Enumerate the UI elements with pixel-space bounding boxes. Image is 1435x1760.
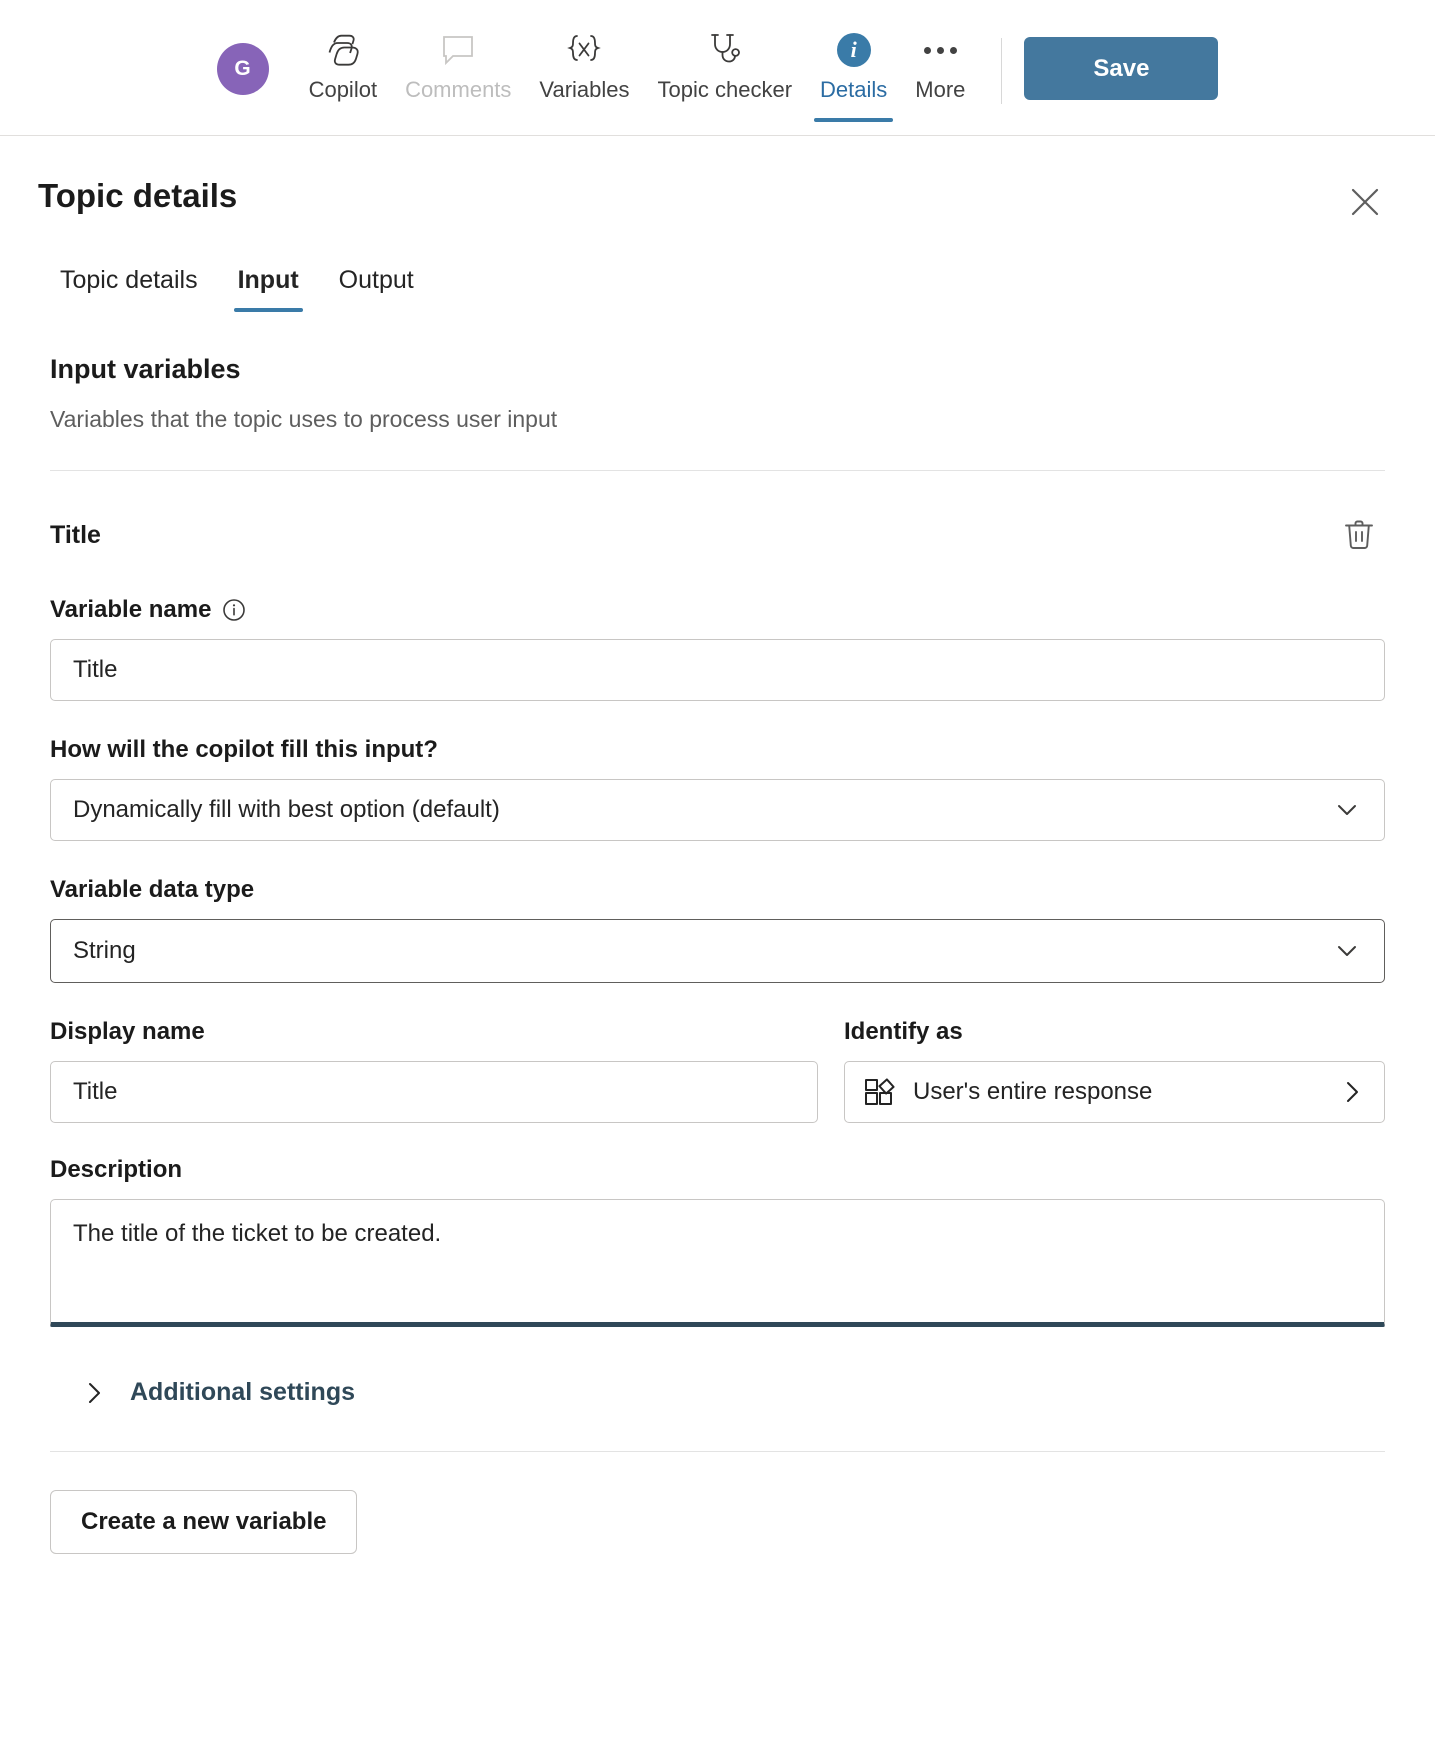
fill-method-select[interactable]: Dynamically fill with best option (defau…	[50, 779, 1385, 841]
field-label-text: Display name	[50, 1018, 205, 1045]
info-badge: i	[836, 33, 871, 67]
data-type-field: Variable data type String	[50, 875, 1385, 983]
fill-method-label: How will the copilot fill this input?	[50, 735, 1385, 765]
close-icon	[1348, 185, 1382, 219]
identify-as-picker[interactable]: User's entire response	[844, 1061, 1385, 1123]
trash-icon	[1342, 517, 1376, 553]
identify-as-label: Identify as	[844, 1017, 1385, 1047]
create-new-variable-button[interactable]: Create a new variable	[50, 1490, 358, 1554]
toolbar-item-topic-checker[interactable]: Topic checker	[644, 0, 807, 136]
toolbar-item-comments[interactable]: Comments	[391, 0, 525, 136]
chevron-right-icon	[80, 1379, 108, 1407]
toolbar-item-more[interactable]: More	[901, 0, 979, 136]
save-button[interactable]: Save	[1024, 37, 1219, 100]
info-icon[interactable]	[221, 597, 247, 623]
variable-name-input[interactable]	[50, 639, 1385, 701]
stethoscope-icon	[705, 30, 745, 70]
field-label-text: Identify as	[844, 1018, 963, 1045]
display-identify-row: Display name Identify as	[50, 1017, 1385, 1123]
divider	[50, 1451, 1385, 1452]
toolbar-item-label: Topic checker	[657, 77, 793, 102]
field-label-text: Description	[50, 1156, 183, 1183]
identify-as-value: User's entire response	[913, 1078, 1153, 1105]
chevron-down-icon	[1332, 936, 1362, 966]
toolbar-item-details[interactable]: i Details	[806, 0, 901, 136]
field-label-text: Variable data type	[50, 876, 255, 903]
entity-icon	[863, 1076, 897, 1108]
page-title: Topic details	[38, 177, 238, 214]
variable-card-header: Title	[50, 509, 1385, 561]
fill-method-field: How will the copilot fill this input? Dy…	[50, 735, 1385, 841]
ellipsis-icon	[923, 30, 957, 70]
top-command-bar: G Copilot Comments Variables Topic check…	[0, 0, 1435, 136]
delete-variable-button[interactable]	[1333, 509, 1385, 561]
fill-method-value: Dynamically fill with best option (defau…	[73, 796, 500, 823]
data-type-select[interactable]: String	[50, 919, 1385, 983]
chevron-right-icon	[1338, 1078, 1366, 1106]
toolbar-item-label: Variables	[539, 77, 630, 102]
topic-details-panel: Topic details Topic details Input Output…	[0, 136, 1435, 1554]
field-label-text: Variable name	[50, 596, 212, 623]
description-label: Description	[50, 1155, 1385, 1185]
section-subheading: Variables that the topic uses to process…	[50, 406, 558, 432]
additional-settings-toggle[interactable]: Additional settings	[80, 1378, 1385, 1407]
display-name-label: Display name	[50, 1017, 818, 1047]
panel-header: Topic details	[0, 136, 1435, 226]
input-variables-section: Input variables Variables that the topic…	[0, 352, 1435, 1554]
panel-tabs: Topic details Input Output	[0, 226, 1435, 312]
toolbar-item-label: Copilot	[308, 77, 378, 102]
chevron-down-icon	[1332, 795, 1362, 825]
field-label-text: How will the copilot fill this input?	[50, 736, 438, 763]
close-button[interactable]	[1341, 178, 1389, 226]
info-circle-icon: i	[836, 30, 871, 70]
identify-as-field: Identify as User's entire response	[844, 1017, 1385, 1123]
tab-output[interactable]: Output	[319, 256, 434, 312]
data-type-value: String	[73, 937, 136, 964]
tab-input[interactable]: Input	[218, 256, 319, 312]
comment-icon	[440, 30, 476, 70]
variable-name-label: Variable name	[50, 595, 1385, 625]
toolbar-divider	[1001, 38, 1003, 104]
variable-title: Title	[50, 520, 101, 549]
toolbar-item-copilot[interactable]: Copilot	[295, 0, 391, 136]
tab-topic-details[interactable]: Topic details	[40, 256, 218, 312]
toolbar-item-label: Comments	[405, 77, 512, 102]
display-name-input[interactable]	[50, 1061, 818, 1123]
description-field: Description	[50, 1155, 1385, 1332]
description-textarea[interactable]	[50, 1199, 1385, 1327]
copilot-icon	[322, 30, 364, 70]
variable-name-field: Variable name	[50, 595, 1385, 701]
display-name-field: Display name	[50, 1017, 818, 1123]
avatar[interactable]: G	[216, 43, 269, 95]
variables-icon	[564, 30, 604, 70]
additional-settings-label: Additional settings	[130, 1378, 355, 1406]
toolbar-item-variables[interactable]: Variables	[525, 0, 643, 136]
toolbar-item-label: Details	[820, 77, 888, 102]
toolbar-item-label: More	[915, 77, 966, 102]
data-type-label: Variable data type	[50, 875, 1385, 905]
divider	[50, 470, 1385, 471]
section-heading: Input variables	[50, 354, 241, 384]
